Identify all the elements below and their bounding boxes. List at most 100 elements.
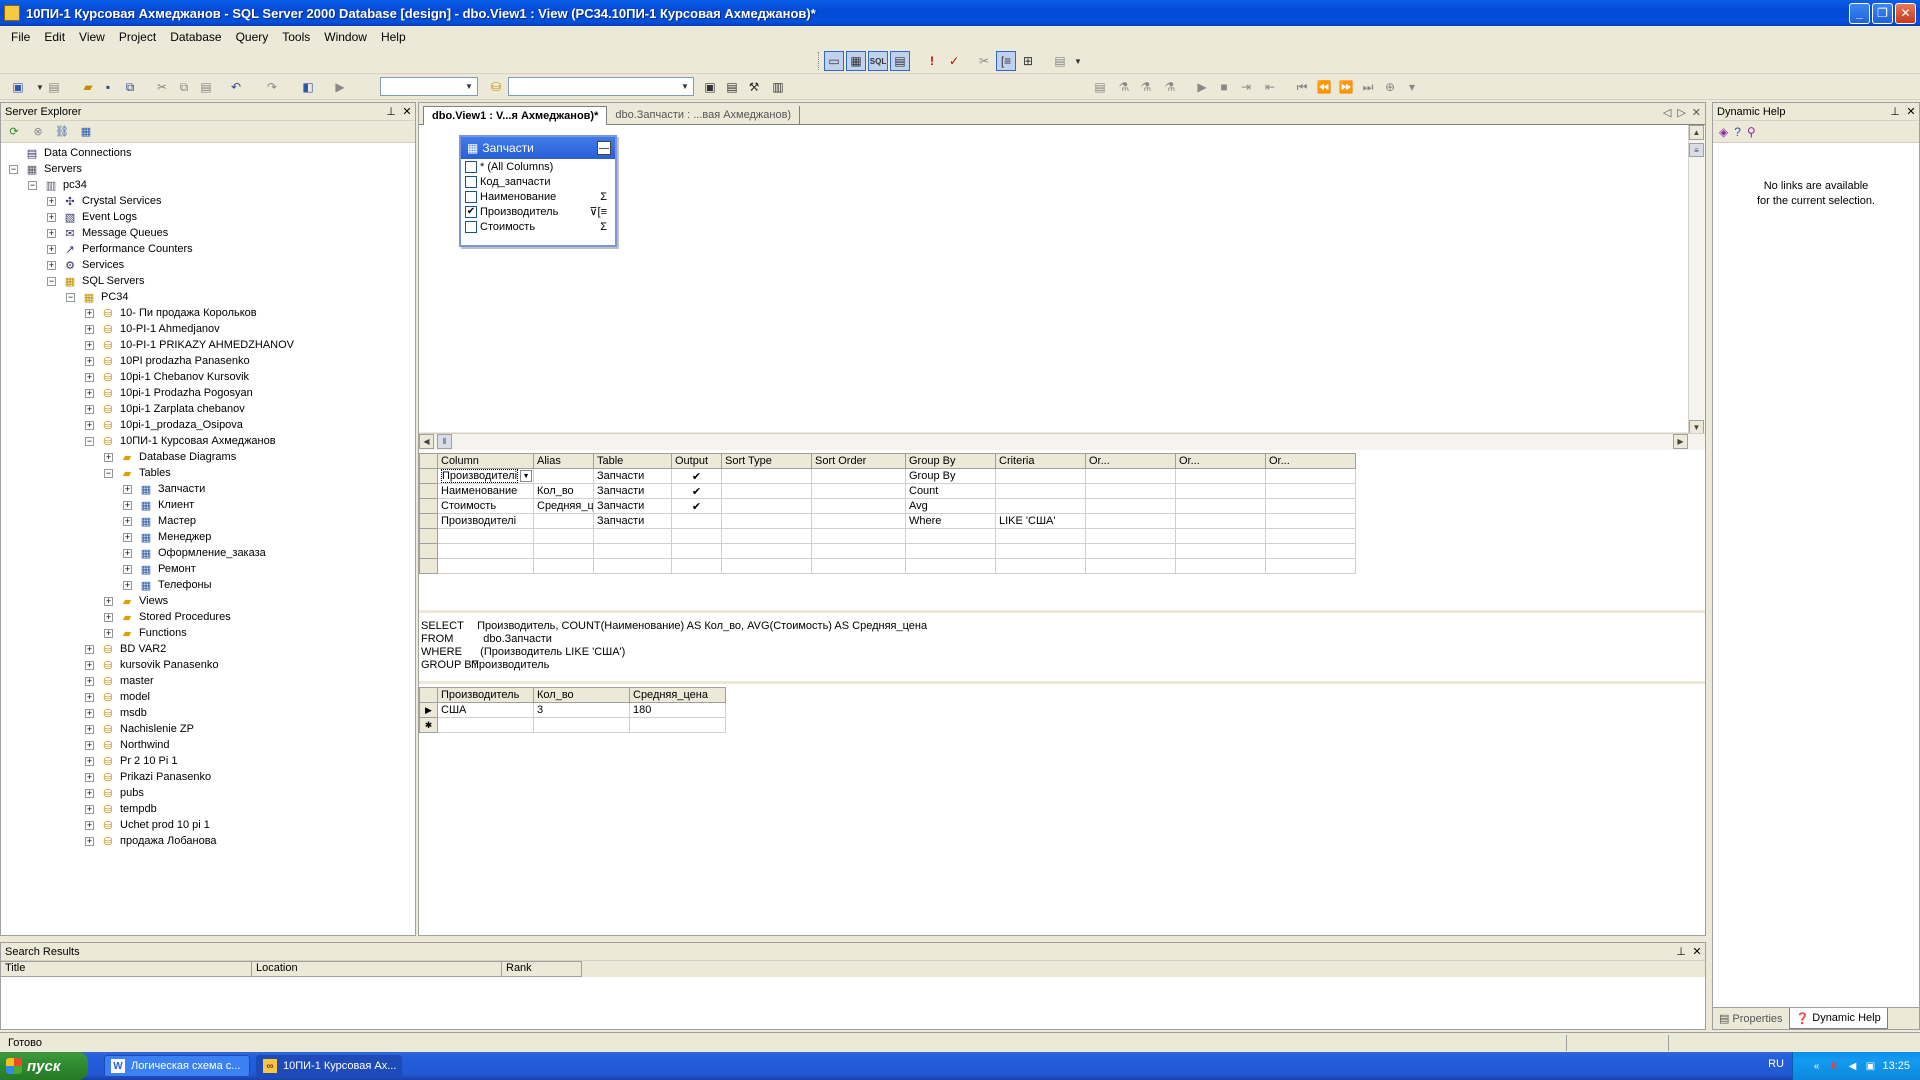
expand-icon[interactable]: + <box>123 580 132 590</box>
debug-icon-3[interactable]: ⚗ <box>1136 77 1156 97</box>
tree-node[interactable]: + ▰ Functions <box>1 625 415 641</box>
tree-node[interactable]: + ⛁ BD VAR2 <box>1 641 415 657</box>
grid-cell[interactable] <box>1175 468 1266 484</box>
grid-cell[interactable]: Наименование <box>437 483 534 499</box>
current-row-icon[interactable]: ▶ <box>419 702 438 718</box>
tab-scroll-right-icon[interactable]: ▷ <box>1677 106 1685 119</box>
tree-node[interactable]: ▤ Data Connections <box>1 145 415 161</box>
grid-column-header[interactable]: Sort Type <box>721 453 812 469</box>
tree-node[interactable]: + ⛁ 10-PI-1 PRIKAZY AHMEDZHANOV <box>1 337 415 353</box>
grid-cell[interactable]: Avg <box>905 498 996 514</box>
expand-icon[interactable]: + <box>85 756 94 766</box>
tree-node[interactable]: + ▰ Views <box>1 593 415 609</box>
close-icon[interactable]: ✕ <box>1689 945 1705 958</box>
step-icon-1[interactable]: ⇥ <box>1236 77 1256 97</box>
verify-sql-icon[interactable]: ✓ <box>944 51 964 71</box>
table-box-header[interactable]: ▦ Запчасти — <box>461 137 615 159</box>
diagram-horizontal-scrollbar[interactable]: ◀ ⦀ ▶ <box>419 433 1705 450</box>
column-checkbox[interactable] <box>465 160 477 173</box>
open-file-icon[interactable]: ▰ <box>78 77 98 97</box>
grid-cell[interactable] <box>671 513 722 529</box>
tree-node[interactable]: − ▥ pc34 <box>1 177 415 193</box>
grid-cell[interactable] <box>995 558 1086 574</box>
volume-icon[interactable]: ◀ <box>1846 1060 1858 1072</box>
scroll-right-icon[interactable]: ▶ <box>1673 434 1688 449</box>
grid-column-header[interactable]: Output <box>671 453 722 469</box>
grid-column-header[interactable]: Table <box>593 453 672 469</box>
menu-help[interactable]: Help <box>374 28 413 46</box>
grid-cell[interactable] <box>1085 483 1176 499</box>
results-column-header[interactable]: Средняя_цена <box>629 687 726 703</box>
redo-icon[interactable]: ↷ <box>262 77 282 97</box>
grid-cell[interactable] <box>721 558 812 574</box>
grid-column-header[interactable]: Group By <box>905 453 996 469</box>
results-cell[interactable]: 3 <box>533 702 630 718</box>
results-column-header[interactable]: Кол_во <box>533 687 630 703</box>
tray-arrow-icon[interactable]: « <box>1810 1060 1822 1072</box>
grid-cell[interactable]: Кол_во <box>533 483 594 499</box>
grid-column-header[interactable]: Or... <box>1085 453 1176 469</box>
expand-icon[interactable]: + <box>104 596 113 606</box>
tree-node[interactable]: + ⛁ 10-PI-1 Ahmedjanov <box>1 321 415 337</box>
grid-cell[interactable] <box>1265 543 1356 559</box>
collapse-icon[interactable]: − <box>47 276 56 286</box>
expand-icon[interactable]: + <box>85 724 94 734</box>
tree-node[interactable]: − ⛁ 10ПИ-1 Курсовая Ахмеджанов <box>1 433 415 449</box>
grid-column-header[interactable]: Criteria <box>995 453 1086 469</box>
tree-node[interactable]: + ⛁ 10pi-1 Zarplata chebanov <box>1 401 415 417</box>
expand-icon[interactable]: + <box>85 324 94 334</box>
expand-icon[interactable]: + <box>85 340 94 350</box>
table-row[interactable]: ✱ <box>419 717 726 733</box>
scroll-left-icon[interactable]: ◀ <box>419 434 434 449</box>
grid-cell[interactable] <box>1175 543 1266 559</box>
grid-cell[interactable] <box>995 483 1086 499</box>
grid-cell[interactable] <box>811 528 906 544</box>
grid-cell[interactable]: Производителі <box>437 513 534 529</box>
grid-column-header[interactable]: Sort Order <box>811 453 906 469</box>
grid-cell[interactable]: Запчасти <box>593 483 672 499</box>
expand-icon[interactable]: + <box>85 356 94 366</box>
stop-icon[interactable]: ■ <box>1214 77 1234 97</box>
grid-cell[interactable] <box>995 498 1086 514</box>
expand-icon[interactable]: + <box>85 660 94 670</box>
grid-cell[interactable]: Стоимость <box>437 498 534 514</box>
menu-view[interactable]: View <box>72 28 112 46</box>
tree-node[interactable]: − ▰ Tables <box>1 465 415 481</box>
grid-cell[interactable] <box>811 468 906 484</box>
close-button[interactable]: ✕ <box>1895 2 1916 24</box>
tab-zapchasti[interactable]: dbo.Запчасти : ...вая Ахмеджанов) <box>607 106 801 124</box>
expand-icon[interactable]: + <box>85 372 94 382</box>
stop-refresh-icon[interactable]: ⊗ <box>29 123 47 141</box>
show-diagram-pane-icon[interactable]: ▭ <box>824 51 844 71</box>
taskbar-item-word[interactable]: W Логическая схема с... <box>104 1055 250 1077</box>
new-project-icon[interactable]: ▣ <box>8 77 28 97</box>
menu-project[interactable]: Project <box>112 28 163 46</box>
grid-cell[interactable] <box>1175 558 1266 574</box>
paste-icon[interactable]: ▤ <box>196 77 216 97</box>
close-document-icon[interactable]: ✕ <box>1692 106 1701 119</box>
grid-cell[interactable] <box>1175 498 1266 514</box>
group-by-icon[interactable]: [≡ <box>996 51 1016 71</box>
menu-edit[interactable]: Edit <box>37 28 72 46</box>
diagram-vertical-scrollbar[interactable]: ▲ ≡ ▼ <box>1688 125 1705 435</box>
results-cell[interactable] <box>629 717 726 733</box>
row-header[interactable] <box>419 543 438 559</box>
table-box-zapchasti[interactable]: ▦ Запчасти — * (All Columns) Код_запчасти… <box>459 135 617 247</box>
grid-cell[interactable] <box>811 543 906 559</box>
tab-dynamic-help[interactable]: ❓ Dynamic Help <box>1788 1008 1888 1029</box>
grid-cell[interactable]: ✔ <box>671 498 722 514</box>
grid-cell[interactable] <box>1265 513 1356 529</box>
grid-cell[interactable] <box>905 543 996 559</box>
grid-column-header[interactable]: Or... <box>1265 453 1356 469</box>
copy-icon[interactable]: ⧉ <box>174 77 194 97</box>
column-checkbox[interactable] <box>465 220 477 233</box>
collapse-icon[interactable]: − <box>66 292 75 302</box>
toolbox-icon[interactable]: ⚒ <box>744 77 764 97</box>
results-column-header[interactable]: Производитель <box>437 687 534 703</box>
results-cell[interactable]: 180 <box>629 702 726 718</box>
save-all-icon[interactable]: ⧉ <box>120 77 140 97</box>
debug-icon-1[interactable]: ▤ <box>1090 77 1110 97</box>
expand-icon[interactable]: + <box>85 788 94 798</box>
menu-window[interactable]: Window <box>317 28 374 46</box>
solution-explorer-icon[interactable]: ▣ <box>700 77 720 97</box>
